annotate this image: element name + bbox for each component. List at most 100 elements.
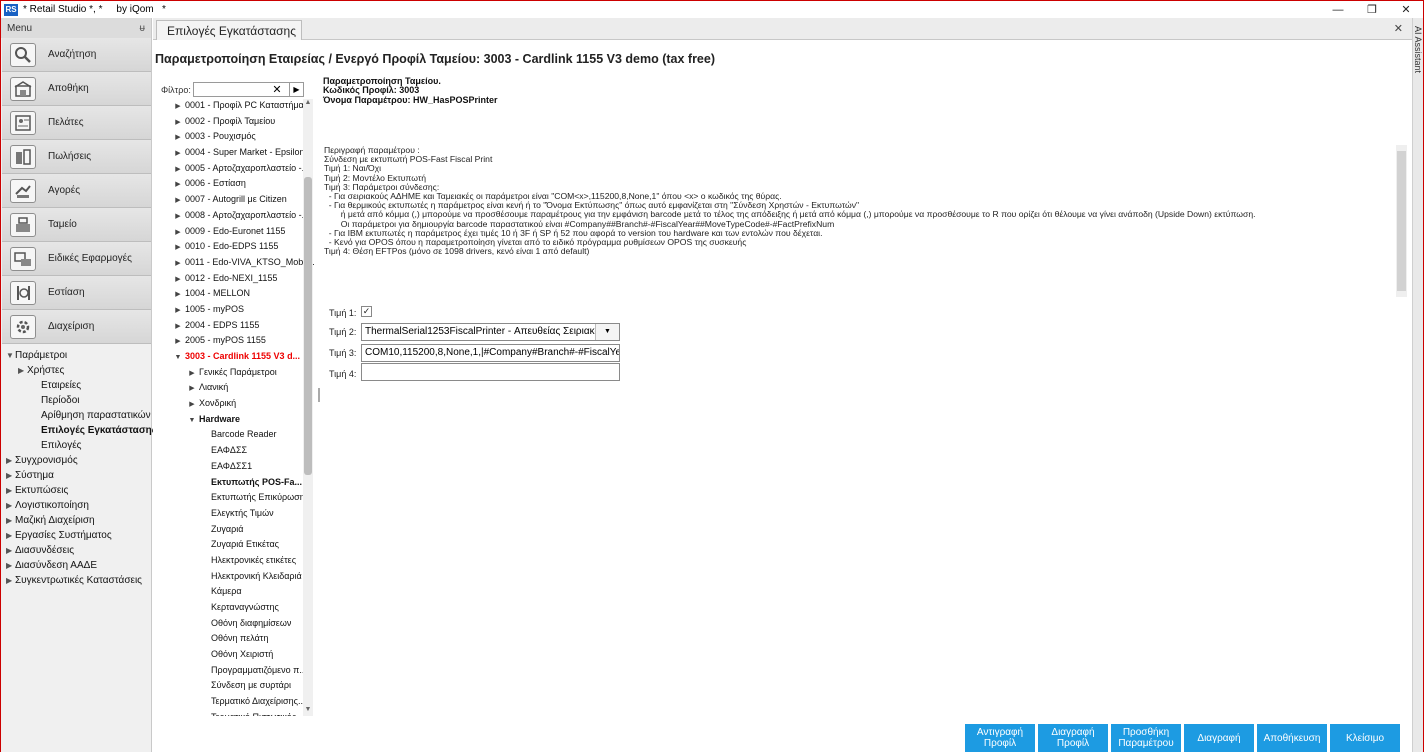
- chevron-right-icon[interactable]: ▶: [171, 319, 185, 335]
- profile-tree-row[interactable]: ▼ 3003 - Cardlink 1155 V3 d...: [155, 349, 315, 365]
- chevron-right-icon[interactable]: ▶: [171, 272, 185, 288]
- profile-tree-row[interactable]: ▶ 0005 - Αρτοζαχαροπλαστείο -...: [155, 161, 315, 177]
- filter-go-icon[interactable]: ▶: [289, 82, 304, 97]
- profile-tree-row[interactable]: Ηλεκτρονική Κλειδαριά: [155, 569, 315, 585]
- menu-tree-item[interactable]: Αρίθμηση παραστατικών: [1, 408, 151, 423]
- chevron-right-icon[interactable]: ▶: [171, 115, 185, 131]
- chevron-right-icon[interactable]: ▶: [171, 130, 185, 146]
- scroll-thumb[interactable]: [304, 177, 312, 475]
- chevron-right-icon[interactable]: ▶: [171, 303, 185, 319]
- menu-button-cash-register[interactable]: Ταμείο: [2, 208, 151, 242]
- menu-button-restaurant[interactable]: Εστίαση: [2, 276, 151, 310]
- profile-tree-row[interactable]: Σύνδεση με συρτάρι: [155, 678, 315, 694]
- profile-tree-row[interactable]: ΕΑΦΔΣΣ1: [155, 459, 315, 475]
- maximize-button[interactable]: ❐: [1355, 1, 1389, 18]
- value1-checkbox[interactable]: ✓: [361, 306, 372, 317]
- delete-profile-button[interactable]: Διαγραφή Προφίλ: [1038, 724, 1108, 752]
- menu-tree-item[interactable]: ▶ Μαζική Διαχείριση: [1, 513, 151, 528]
- menu-tree-item[interactable]: ▶ Διασυνδέσεις: [1, 543, 151, 558]
- panel-splitter[interactable]: [316, 98, 324, 716]
- profile-tree-row[interactable]: ▶ 0003 - Ρουχισμός: [155, 129, 315, 145]
- menu-button-purchases[interactable]: Αγορές: [2, 174, 151, 208]
- description-scrollbar[interactable]: [1396, 145, 1407, 297]
- profile-tree-row[interactable]: Οθόνη Χειριστή: [155, 647, 315, 663]
- menu-tree-item[interactable]: Εταιρείες: [1, 378, 151, 393]
- chevron-right-icon[interactable]: ▶: [6, 528, 15, 543]
- profile-tree-row[interactable]: Κερταναγνώστης: [155, 600, 315, 616]
- chevron-right-icon[interactable]: ▶: [6, 513, 15, 528]
- chevron-right-icon[interactable]: ▶: [171, 240, 185, 256]
- profile-tree-row[interactable]: ▶ 0004 - Super Market - Epsilon...: [155, 145, 315, 161]
- profile-tree-row[interactable]: Τερματικό Πιστωτικός: [155, 710, 315, 716]
- chevron-right-icon[interactable]: ▶: [171, 99, 185, 115]
- menu-tree-item[interactable]: ▶ Σύστημα: [1, 468, 151, 483]
- close-button[interactable]: Κλείσιμο: [1330, 724, 1400, 752]
- chevron-right-icon[interactable]: ▶: [185, 381, 199, 397]
- value4-input[interactable]: [361, 363, 620, 381]
- profile-tree-row[interactable]: ▶ 0007 - Autogrill με Citizen: [155, 192, 315, 208]
- profile-tree-row[interactable]: ▶ 0001 - Προφίλ PC Καταστήμα...: [155, 98, 315, 114]
- chevron-right-icon[interactable]: ▶: [171, 225, 185, 241]
- menu-tree-item[interactable]: Επιλογές: [1, 438, 151, 453]
- menu-tree-item[interactable]: ▼Παράμετροι: [1, 348, 151, 363]
- save-button[interactable]: Αποθήκευση: [1257, 724, 1327, 752]
- profile-tree-row[interactable]: ▶ Λιανική: [155, 380, 315, 396]
- value3-input[interactable]: COM10,115200,8,None,1,|#Company#Branch#-…: [361, 344, 620, 362]
- chevron-right-icon[interactable]: ▶: [6, 558, 15, 573]
- menu-tree-item[interactable]: ▶ Συγκεντρωτικές Καταστάσεις: [1, 573, 151, 588]
- chevron-down-icon[interactable]: ▼: [6, 348, 15, 363]
- chevron-right-icon[interactable]: ▶: [171, 177, 185, 193]
- chevron-right-icon[interactable]: ▶: [171, 193, 185, 209]
- profile-tree-row[interactable]: Ηλεκτρονικές ετικέτες: [155, 553, 315, 569]
- menu-tree-item[interactable]: Περίοδοι: [1, 393, 151, 408]
- profile-tree-row[interactable]: Ζυγαριά: [155, 522, 315, 538]
- ai-assistant-panel[interactable]: AI Assistant: [1412, 18, 1423, 752]
- menu-button-warehouse[interactable]: Αποθήκη: [2, 72, 151, 106]
- delete-button[interactable]: Διαγραφή: [1184, 724, 1254, 752]
- profile-tree-row[interactable]: ▶ 0006 - Εστίαση: [155, 176, 315, 192]
- profile-tree-row[interactable]: Εκτυπωτής Επικύρωσης: [155, 490, 315, 506]
- profile-tree-row[interactable]: Οθόνη διαφημίσεων: [155, 616, 315, 632]
- minimize-button[interactable]: —: [1321, 1, 1355, 18]
- profile-tree-row[interactable]: ΕΑΦΔΣΣ: [155, 443, 315, 459]
- profile-tree-row[interactable]: Εκτυπωτής POS-Fa...: [155, 475, 315, 491]
- profile-tree-row[interactable]: ▶ 0002 - Προφίλ Ταμείου: [155, 114, 315, 130]
- chevron-right-icon[interactable]: ▶: [6, 483, 15, 498]
- copy-profile-button[interactable]: Αντιγραφή Προφίλ: [965, 724, 1035, 752]
- chevron-right-icon[interactable]: ▶: [6, 468, 15, 483]
- tab-installation-options[interactable]: Επιλογές Εγκατάστασης: [156, 20, 302, 40]
- description-scroll-thumb[interactable]: [1397, 151, 1406, 291]
- splitter-grip[interactable]: [318, 388, 320, 402]
- menu-button-sales[interactable]: Πωλήσεις: [2, 140, 151, 174]
- profile-tree-row[interactable]: Barcode Reader: [155, 427, 315, 443]
- profile-tree-row[interactable]: Ελεγκτής Τιμών: [155, 506, 315, 522]
- chevron-right-icon[interactable]: ▶: [171, 287, 185, 303]
- profile-tree-row[interactable]: Ζυγαριά Ετικέτας: [155, 537, 315, 553]
- menu-button-gear[interactable]: Διαχείριση: [2, 310, 151, 344]
- profile-tree-row[interactable]: Οθόνη πελάτη: [155, 631, 315, 647]
- menu-button-special-apps[interactable]: Ειδικές Εφαρμογές: [2, 242, 151, 276]
- profile-tree-row[interactable]: ▶ 0009 - Edo-Euronet 1155: [155, 224, 315, 240]
- chevron-down-icon[interactable]: ▼: [171, 350, 185, 366]
- value2-select[interactable]: ThermalSerial1253FiscalPrinter - Απευθεί…: [361, 323, 620, 341]
- profile-tree-row[interactable]: ▶ 0008 - Αρτοζαχαροπλαστείο -...: [155, 208, 315, 224]
- profile-tree-scrollbar[interactable]: ▲ ▼: [303, 99, 313, 716]
- chevron-right-icon[interactable]: ▶: [6, 573, 15, 588]
- add-parameter-button[interactable]: Προσθήκη Παραμέτρου: [1111, 724, 1181, 752]
- menu-tree-item[interactable]: ▶ Χρήστες: [1, 363, 151, 378]
- profile-tree-row[interactable]: ▶ 1005 - myPOS: [155, 302, 315, 318]
- chevron-right-icon[interactable]: ▶: [171, 162, 185, 178]
- chevron-right-icon[interactable]: ▶: [171, 209, 185, 225]
- chevron-right-icon[interactable]: ▶: [6, 498, 15, 513]
- chevron-right-icon[interactable]: ▶: [185, 397, 199, 413]
- profile-tree-row[interactable]: ▶ 0012 - Edo-NEXI_1155: [155, 271, 315, 287]
- profile-tree-row[interactable]: Κάμερα: [155, 584, 315, 600]
- scroll-up-icon[interactable]: ▲: [303, 99, 313, 109]
- menu-tree-item[interactable]: ▶ Διασύνδεση ΑΑΔΕ: [1, 558, 151, 573]
- close-window-button[interactable]: ✕: [1389, 1, 1423, 18]
- chevron-right-icon[interactable]: ▶: [171, 146, 185, 162]
- filter-clear-icon[interactable]: ✕: [266, 82, 288, 97]
- menu-tree-item[interactable]: ▶ Λογιστικοποίηση: [1, 498, 151, 513]
- scroll-down-icon[interactable]: ▼: [303, 706, 313, 716]
- chevron-down-icon[interactable]: ▼: [185, 413, 199, 429]
